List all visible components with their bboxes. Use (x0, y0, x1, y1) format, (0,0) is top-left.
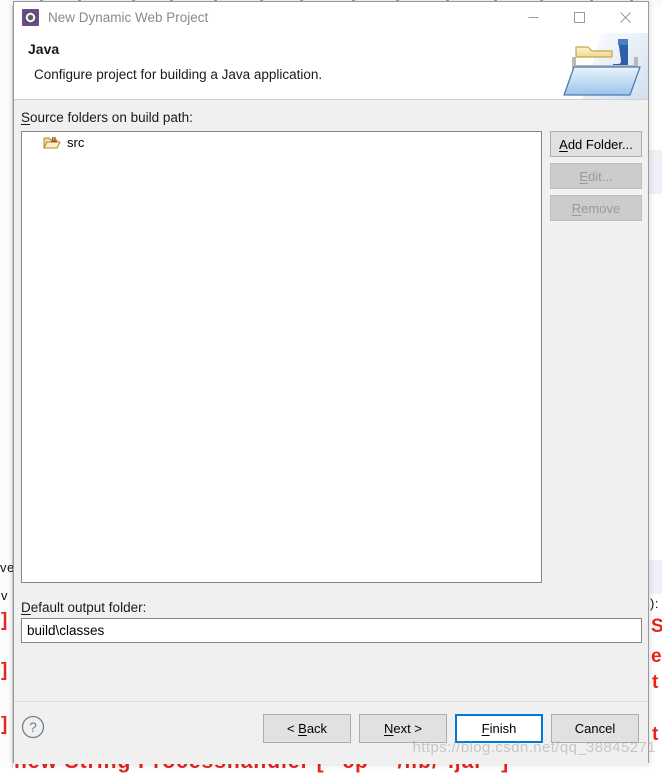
dialog-titlebar[interactable]: New Dynamic Web Project (14, 2, 648, 33)
next-mnemonic: N (384, 721, 393, 736)
eclipse-wizard-icon (22, 9, 39, 26)
background-code-fragment: t (652, 672, 659, 694)
background-panel-edge (649, 560, 662, 594)
remove-label: emove (581, 201, 620, 216)
finish-button[interactable]: Finish (455, 714, 543, 743)
edit-mnemonic: E (579, 169, 588, 184)
background-code-fragment: v (1, 588, 8, 603)
background-code-fragment: S (651, 616, 662, 638)
source-folder-actions: Add Folder... Edit... Remove (550, 131, 642, 227)
edit-button[interactable]: Edit... (550, 163, 642, 189)
help-question-icon[interactable]: ? (21, 715, 45, 739)
background-panel-edge (649, 150, 662, 194)
back-button[interactable]: < Back (263, 714, 351, 743)
editor-left-gutter (0, 6, 13, 768)
background-code-fragment: ] (1, 610, 8, 632)
close-icon[interactable] (602, 2, 648, 33)
background-code-fragment: ] (1, 714, 8, 736)
svg-text:?: ? (29, 719, 37, 735)
dialog-footer: ? < Back Next > Finish Cancel (14, 701, 648, 764)
finish-label: inish (490, 721, 517, 736)
add-folder-mnemonic: A (559, 137, 568, 152)
add-folder-button[interactable]: Add Folder... (550, 131, 642, 157)
background-code-fragment: ] (1, 660, 8, 682)
minimize-icon[interactable] (510, 2, 556, 33)
source-folders-label-rest: ource folders on build path: (30, 110, 193, 125)
add-folder-label: dd Folder... (568, 137, 633, 152)
edit-label: dit... (588, 169, 613, 184)
source-folders-list[interactable]: src (21, 131, 542, 583)
back-prefix: < (287, 721, 298, 736)
background-code-fragment: ): (650, 596, 659, 611)
back-label: ack (307, 721, 327, 736)
background-code-fragment: t (652, 724, 659, 746)
default-output-folder-input[interactable] (21, 618, 642, 643)
default-output-folder-label: Default output folder: (21, 600, 146, 615)
list-item-label: src (67, 135, 84, 150)
remove-mnemonic: R (572, 201, 581, 216)
cancel-label: Cancel (575, 721, 615, 736)
dialog-title: New Dynamic Web Project (48, 10, 510, 25)
default-output-folder-rest: efault output folder: (31, 600, 147, 615)
list-item[interactable]: src (22, 132, 541, 153)
finish-mnemonic: F (482, 721, 490, 736)
back-mnemonic: B (298, 721, 307, 736)
java-folder-banner-icon (562, 33, 648, 99)
page-title: Java (28, 41, 59, 57)
next-label: ext > (393, 721, 422, 736)
source-folders-label: Source folders on build path: (21, 110, 193, 125)
window-controls (510, 2, 648, 33)
dialog-body: Source folders on build path: src (14, 100, 648, 701)
cancel-button[interactable]: Cancel (551, 714, 639, 743)
next-button[interactable]: Next > (359, 714, 447, 743)
wizard-nav-buttons: < Back Next > Finish Cancel (263, 714, 639, 743)
page-description: Configure project for building a Java ap… (34, 67, 322, 82)
default-output-folder-mnemonic: D (21, 600, 31, 615)
background-code-fragment: e (651, 646, 662, 668)
maximize-icon[interactable] (556, 2, 602, 33)
java-source-folder-icon (43, 135, 61, 151)
new-dynamic-web-project-dialog: New Dynamic Web Project Java Configure p… (13, 1, 649, 763)
wizard-header: Java Configure project for building a Ja… (14, 33, 648, 100)
source-folders-label-mnemonic: S (21, 110, 30, 125)
remove-button[interactable]: Remove (550, 195, 642, 221)
